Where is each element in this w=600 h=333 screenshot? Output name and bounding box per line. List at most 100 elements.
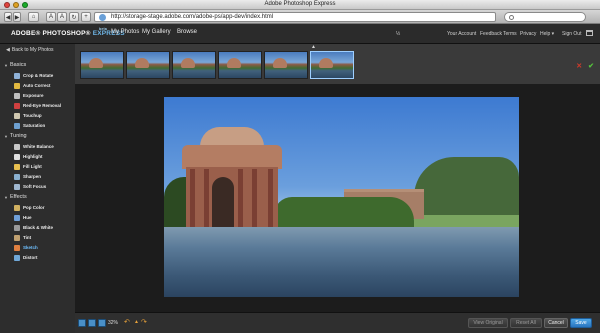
app-window: Adobe Photoshop Express ◀ ▶ ⌂ A A ↻ + ht…: [0, 0, 600, 333]
photo-column: [204, 169, 209, 227]
tool-fill-light[interactable]: Fill Light: [14, 163, 42, 171]
section-title: Basics: [10, 62, 27, 68]
tool-sharpen[interactable]: Sharpen: [14, 173, 41, 181]
link-your-account[interactable]: Your Account: [447, 31, 476, 37]
zoom-in-icon[interactable]: [98, 319, 106, 327]
text-smaller-button[interactable]: A: [46, 12, 56, 22]
distort-icon: [14, 255, 20, 261]
tool-label: Auto Correct: [23, 83, 51, 88]
tool-pop-color[interactable]: Pop Color: [14, 204, 45, 212]
preview-thumbnail[interactable]: [126, 51, 170, 79]
thumbnail-image: [227, 58, 241, 68]
fit-view-icon[interactable]: [78, 319, 86, 327]
forward-button[interactable]: ▶: [13, 12, 21, 22]
touchup-icon: [14, 113, 20, 119]
redo-icon[interactable]: ↷: [141, 318, 147, 326]
tool-black-white[interactable]: Black & White: [14, 224, 53, 232]
tool-tint[interactable]: Tint: [14, 234, 32, 242]
search-input[interactable]: [504, 12, 586, 22]
tint-icon: [14, 235, 20, 241]
preview-thumbnail[interactable]: [218, 51, 262, 79]
zoom-level: 32%: [108, 320, 119, 326]
tool-label: Red-Eye Removal: [23, 103, 62, 108]
photo-arch: [212, 177, 234, 227]
section-basics[interactable]: ▼ Basics: [4, 62, 27, 68]
tool-label: Fill Light: [23, 164, 42, 169]
preview-thumbnail[interactable]: [264, 51, 308, 79]
section-tuning[interactable]: ▼ Tuning: [4, 133, 27, 139]
section-effects[interactable]: ▼ Effects: [4, 194, 27, 200]
browser-toolbar: ◀ ▶ ⌂ A A ↻ + http://storage-stage.adobe…: [0, 10, 600, 24]
save-button[interactable]: Save: [570, 318, 592, 328]
tool-label: Distort: [23, 255, 38, 260]
sharpen-icon: [14, 174, 20, 180]
nav-my-photos[interactable]: My Photos: [111, 29, 139, 35]
link-sign-out[interactable]: Sign Out: [562, 31, 581, 37]
preview-thumbnail-selected[interactable]: [310, 51, 354, 79]
tool-hue[interactable]: Hue: [14, 214, 32, 222]
photo-image[interactable]: [164, 97, 519, 297]
undo-icon[interactable]: ↶: [124, 318, 130, 326]
tool-label: Saturation: [23, 123, 46, 128]
tool-label: Hue: [23, 215, 32, 220]
apply-edit-icon[interactable]: ✔: [588, 62, 594, 70]
link-feedback[interactable]: Feedback: [480, 31, 502, 37]
home-button[interactable]: ⌂: [28, 12, 39, 22]
reset-all-button[interactable]: Reset All: [510, 318, 542, 328]
section-title: Effects: [10, 194, 27, 200]
app-header: ADOBE® PHOTOSHOP® EXPRESS beta My Photos…: [0, 24, 600, 44]
tool-sketch[interactable]: Sketch: [14, 244, 38, 252]
tool-saturation[interactable]: Saturation: [14, 122, 46, 130]
filmstrip-handle[interactable]: ▲: [75, 44, 600, 51]
photo-water: [164, 227, 519, 297]
preview-filmstrip: ▲ ✕ ✔: [75, 44, 600, 84]
tool-distort[interactable]: Distort: [14, 254, 38, 262]
zoom-out-icon[interactable]: [88, 319, 96, 327]
tool-highlight[interactable]: Highlight: [14, 153, 43, 161]
tool-white-balance[interactable]: White Balance: [14, 143, 54, 151]
auto-correct-icon: [14, 83, 20, 89]
nav-my-gallery[interactable]: My Gallery: [142, 29, 171, 35]
history-triangle-icon[interactable]: ▲: [134, 319, 139, 325]
section-title: Tuning: [10, 133, 27, 139]
link-privacy[interactable]: Privacy: [520, 31, 536, 37]
collapse-arrow-icon[interactable]: ▲: [311, 44, 316, 50]
back-to-photos-link[interactable]: ◀ Back to My Photos: [6, 47, 54, 53]
tool-label: Soft Focus: [23, 184, 47, 189]
tool-exposure[interactable]: Exposure: [14, 92, 44, 100]
back-button[interactable]: ◀: [4, 12, 12, 22]
triangle-down-icon: ▼: [4, 63, 8, 68]
tool-touchup[interactable]: Touchup: [14, 112, 42, 120]
thumbnail-image: [89, 58, 103, 68]
reload-button[interactable]: ↻: [69, 12, 79, 22]
bottom-toolbar: 32% ↶ ▲ ↷ View Original Reset All Cancel…: [75, 312, 600, 333]
text-larger-button[interactable]: A: [57, 12, 67, 22]
link-terms[interactable]: Terms: [503, 31, 517, 37]
thumbnail-image: [135, 58, 149, 68]
nav-browse[interactable]: Browse: [177, 29, 197, 35]
sketch-icon: [14, 245, 20, 251]
tool-auto-correct[interactable]: Auto Correct: [14, 82, 51, 90]
cancel-edit-icon[interactable]: ✕: [576, 62, 582, 70]
tool-soft-focus[interactable]: Soft Focus: [14, 183, 47, 191]
view-original-button[interactable]: View Original: [468, 318, 508, 328]
tool-label: Highlight: [23, 154, 43, 159]
cart-icon[interactable]: [586, 30, 593, 36]
link-help[interactable]: Help ▾: [540, 31, 554, 37]
arrow-left-icon: ◀: [6, 47, 10, 53]
add-bookmark-button[interactable]: +: [81, 12, 91, 22]
url-field[interactable]: http://storage-stage.adobe.com/adobe-ps/…: [94, 12, 496, 22]
tool-crop-rotate[interactable]: Crop & Rotate: [14, 72, 53, 80]
logo-main: ADOBE® PHOTOSHOP®: [11, 30, 91, 37]
preview-thumbnail[interactable]: [80, 51, 124, 79]
photo-column: [190, 169, 195, 227]
edit-actions: ✕ ✔: [576, 62, 594, 70]
tool-red-eye[interactable]: Red-Eye Removal: [14, 102, 62, 110]
cancel-button[interactable]: Cancel: [544, 318, 568, 328]
back-label: Back to My Photos: [11, 47, 54, 53]
tool-label: Tint: [23, 235, 32, 240]
red-eye-icon: [14, 103, 20, 109]
preview-thumbnail[interactable]: [172, 51, 216, 79]
photo-rotunda: [172, 127, 292, 227]
editing-canvas[interactable]: [75, 84, 600, 312]
